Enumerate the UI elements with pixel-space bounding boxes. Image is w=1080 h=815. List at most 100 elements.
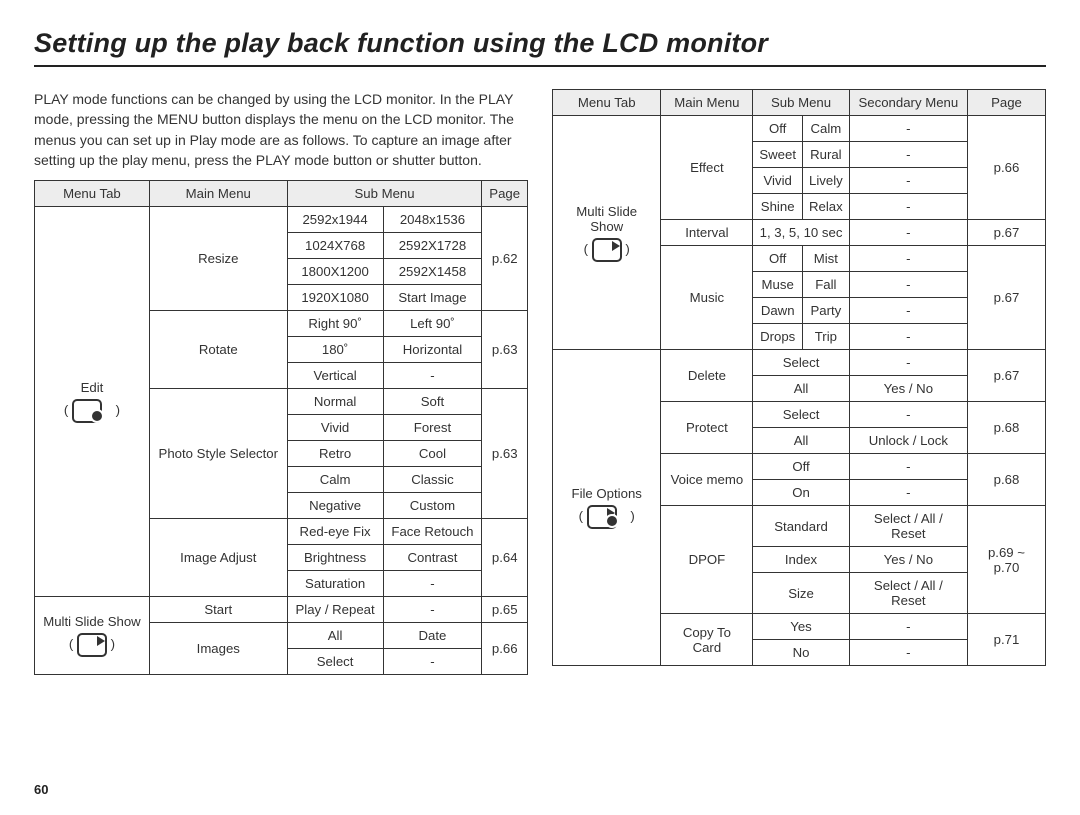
th-submenu: Sub Menu (287, 181, 482, 207)
table-cell: Off (753, 116, 803, 142)
table-cell: Brightness (287, 545, 383, 571)
mm-start: Start (149, 597, 287, 623)
table-cell: Drops (753, 324, 803, 350)
page-cell: p.67 (968, 350, 1046, 402)
table-cell: 1800X1200 (287, 259, 383, 285)
table-cell: Saturation (287, 571, 383, 597)
table-cell: Dawn (753, 298, 803, 324)
th-menutab: Menu Tab (35, 181, 150, 207)
page-cell: p.63 (482, 311, 528, 389)
table-cell: Right 90˚ (287, 311, 383, 337)
table-cell: Retro (287, 441, 383, 467)
table-cell: Start Image (383, 285, 482, 311)
table-cell: 2592X1728 (383, 233, 482, 259)
table-cell: - (383, 363, 482, 389)
table-cell: Forest (383, 415, 482, 441)
page-cell: p.66 (968, 116, 1046, 220)
menu-table-left: Menu Tab Main Menu Sub Menu Page Edit ( … (34, 180, 528, 675)
table-cell: - (849, 220, 967, 246)
table-cell: Date (383, 623, 482, 649)
table-cell: Sweet (753, 142, 803, 168)
table-cell: Horizontal (383, 337, 482, 363)
table-cell: Mist (803, 246, 850, 272)
table-cell: Normal (287, 389, 383, 415)
mm-rotate: Rotate (149, 311, 287, 389)
page-cell: p.67 (968, 246, 1046, 350)
table-cell: On (753, 480, 849, 506)
table-cell: Trip (803, 324, 850, 350)
table-cell: Off (753, 246, 803, 272)
table-cell: Left 90˚ (383, 311, 482, 337)
table-cell: Vertical (287, 363, 383, 389)
table-cell: Calm (287, 467, 383, 493)
table-cell: Relax (803, 194, 850, 220)
table-cell: - (849, 454, 967, 480)
table-cell: Vivid (753, 168, 803, 194)
table-cell: Off (753, 454, 849, 480)
table-cell: - (849, 402, 967, 428)
mm-interval: Interval (661, 220, 753, 246)
photo-gear-icon: ( ) (579, 505, 635, 529)
page-cell: p.69 ~ p.70 (968, 506, 1046, 614)
table-cell: Select (753, 402, 849, 428)
table-cell: 1920X1080 (287, 285, 383, 311)
table-cell: Muse (753, 272, 803, 298)
table-cell: Select / All / Reset (849, 573, 967, 614)
table-cell: 1, 3, 5, 10 sec (753, 220, 849, 246)
tab-edit: Edit ( ) (35, 207, 150, 597)
photo-gear-icon: ( ) (64, 399, 120, 423)
table-cell: Yes (753, 614, 849, 640)
table-cell: Soft (383, 389, 482, 415)
table-cell: No (753, 640, 849, 666)
table-cell: Classic (383, 467, 482, 493)
page-cell: p.62 (482, 207, 528, 311)
table-cell: - (849, 194, 967, 220)
table-cell: Shine (753, 194, 803, 220)
table-cell: Standard (753, 506, 849, 547)
table-cell: - (383, 649, 482, 675)
table-cell: 1024X768 (287, 233, 383, 259)
table-cell: - (849, 480, 967, 506)
table-cell: 2592x1944 (287, 207, 383, 233)
mm-effect: Effect (661, 116, 753, 220)
table-cell: Yes / No (849, 547, 967, 573)
table-cell: Size (753, 573, 849, 614)
table-cell: - (849, 246, 967, 272)
table-cell: Red-eye Fix (287, 519, 383, 545)
table-cell: - (849, 350, 967, 376)
table-cell: - (849, 272, 967, 298)
tab-multislideshow: Multi Slide Show ( ) (35, 597, 150, 675)
page-cell: p.68 (968, 454, 1046, 506)
table-cell: Lively (803, 168, 850, 194)
table-cell: Contrast (383, 545, 482, 571)
table-cell: Unlock / Lock (849, 428, 967, 454)
menu-table-right: Menu Tab Main Menu Sub Menu Secondary Me… (552, 89, 1046, 666)
mm-protect: Protect (661, 402, 753, 454)
left-column: PLAY mode functions can be changed by us… (34, 89, 528, 797)
table-cell: 2592X1458 (383, 259, 482, 285)
table-cell: - (849, 614, 967, 640)
table-cell: All (287, 623, 383, 649)
intro-paragraph: PLAY mode functions can be changed by us… (34, 89, 528, 170)
th-secondary: Secondary Menu (849, 90, 967, 116)
page: Setting up the play back function using … (0, 0, 1080, 815)
table-cell: Rural (803, 142, 850, 168)
table-cell: 2048x1536 (383, 207, 482, 233)
table-cell: Select (753, 350, 849, 376)
table-cell: Select (287, 649, 383, 675)
table-cell: Yes / No (849, 376, 967, 402)
play-icon: ( ) (584, 238, 630, 262)
page-number: 60 (34, 782, 528, 797)
page-cell: p.65 (482, 597, 528, 623)
table-cell: Negative (287, 493, 383, 519)
table-cell: Index (753, 547, 849, 573)
th-submenu: Sub Menu (753, 90, 849, 116)
tab-fileoptions: File Options ( ) (553, 350, 661, 666)
page-cell: p.66 (482, 623, 528, 675)
table-cell: 180˚ (287, 337, 383, 363)
page-cell: p.67 (968, 220, 1046, 246)
page-cell: p.64 (482, 519, 528, 597)
table-cell: Fall (803, 272, 850, 298)
table-cell: - (849, 116, 967, 142)
table-cell: Calm (803, 116, 850, 142)
